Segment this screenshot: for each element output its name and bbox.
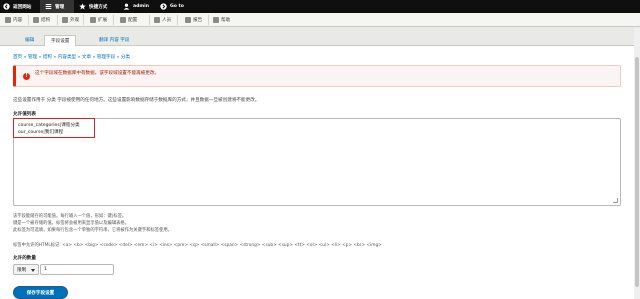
user-label: admin — [133, 4, 150, 9]
menu-item-label: 人员 — [162, 18, 172, 23]
appearance-icon — [62, 17, 68, 23]
cardinality-number-value: 1 — [44, 267, 47, 272]
people-icon — [154, 17, 160, 23]
error-message: ! 这个字段域在数据库中有数据。该字段域设置不能再被更改。 — [13, 65, 621, 87]
tab-label: 编辑 — [25, 38, 35, 43]
star-icon — [79, 3, 86, 10]
menu-item-reports[interactable]: 报告 — [183, 13, 202, 27]
chevron-down-icon — [31, 269, 35, 272]
menu-item-label: 扩展 — [98, 18, 108, 23]
cardinality-number-input[interactable]: 1 — [40, 264, 114, 275]
menu-item-label: 结构 — [41, 18, 51, 23]
menu-divider — [28, 15, 29, 25]
tab-label: 字段设置 — [51, 39, 70, 44]
save-field-settings-button[interactable]: 保存字段设置 — [13, 286, 68, 299]
menu-icon — [45, 4, 52, 10]
menu-divider — [149, 15, 150, 25]
menu-item-label: 配置 — [128, 18, 138, 23]
tab-edit[interactable]: 编辑 — [18, 34, 41, 46]
menu-divider — [177, 15, 178, 25]
tab-translate[interactable]: 翻译 内容 字段 — [92, 34, 136, 46]
menu-item-label: 帮助 — [221, 18, 231, 23]
tab-field-settings[interactable]: 字段设置 — [44, 35, 77, 47]
settings-description: 这些设置作用于 分类 字段被使用的任何地方。这些设置影响数据存储于数据库的方式，… — [13, 98, 260, 103]
help-text: 此标签为可选填，如果每行包含一个单独的字符串，它将被作为关键字和标签使用。 — [13, 228, 172, 233]
highlight-box — [13, 118, 95, 138]
content-icon — [5, 17, 11, 23]
breadcrumb[interactable]: 首页 » 管理 » 结构 » 内容类型 » 文章 » 管理字段 » 分类 — [13, 54, 130, 60]
local-tasks: 编辑 字段设置 翻译 内容 字段 — [0, 27, 640, 47]
error-icon: ! — [23, 73, 30, 80]
menu-item-help[interactable]: 帮助 — [211, 13, 230, 27]
allowed-values-textarea[interactable]: course_categories|课程分类 our_course|我们课程 — [13, 118, 621, 206]
admin-toolbar: 返回网站 管理 快捷方式 admin Go to — [0, 0, 640, 13]
config-icon — [120, 17, 126, 23]
back-to-site-label: 返回网站 — [13, 4, 32, 10]
user-icon — [123, 3, 130, 10]
help-text: 键是一个被存储的值。标签将会被用来显示值以及编辑表格。 — [13, 221, 130, 226]
allowed-html-text: 标签中允许的HTML标记: <a> <b> <big> <code> <del>… — [13, 243, 382, 248]
shortcuts-tab[interactable]: 快捷方式 — [79, 0, 107, 13]
menu-divider — [113, 15, 114, 25]
menu-divider — [208, 15, 209, 25]
menu-divider — [57, 15, 58, 25]
cardinality-select[interactable]: 限制 — [13, 264, 39, 275]
help-icon — [213, 17, 219, 23]
back-arrow-icon — [3, 3, 10, 10]
cardinality-label: 允许的数量 — [13, 256, 36, 261]
goto-arrow-icon — [160, 3, 167, 10]
menu-item-extend[interactable]: 扩展 — [88, 13, 107, 27]
structure-icon — [33, 17, 39, 23]
tab-label: 翻译 内容 字段 — [99, 38, 130, 43]
goto-tab[interactable]: Go to — [160, 0, 184, 13]
menu-item-label: 报告 — [193, 18, 203, 23]
page: 返回网站 管理 快捷方式 admin Go to 内容 结构 外观 扩展 配置 — [0, 0, 640, 299]
menu-item-structure[interactable]: 结构 — [31, 13, 50, 27]
menu-item-people[interactable]: 人员 — [152, 13, 171, 27]
menu-item-label: 内容 — [13, 18, 23, 23]
manage-tab[interactable]: 管理 — [41, 0, 74, 13]
error-text: 这个字段域在数据库中有数据。该字段域设置不能再被更改。 — [35, 71, 160, 76]
resize-grip-icon[interactable] — [613, 198, 618, 203]
menu-item-config[interactable]: 配置 — [118, 13, 137, 27]
help-text: 该字段能储存的可能值。每行输入一个值，形如：键|标签。 — [13, 214, 127, 219]
admin-menu-tray: 内容 结构 外观 扩展 配置 人员 报告 帮助 — [0, 13, 640, 27]
cardinality-select-value: 限制 — [17, 267, 27, 273]
menu-item-appearance[interactable]: 外观 — [60, 13, 79, 27]
scrollbar[interactable] — [634, 27, 640, 299]
reports-icon — [185, 17, 191, 23]
allowed-values-label: 允许值列表 — [13, 112, 36, 117]
shortcuts-label: 快捷方式 — [89, 4, 108, 10]
manage-label: 管理 — [55, 4, 65, 10]
user-tab[interactable]: admin — [123, 0, 149, 13]
back-to-site-link[interactable]: 返回网站 — [3, 0, 31, 13]
menu-divider — [83, 15, 84, 25]
extend-icon — [90, 17, 96, 23]
menu-item-label: 外观 — [70, 18, 80, 23]
menu-item-content[interactable]: 内容 — [3, 13, 22, 27]
scrollbar-thumb[interactable] — [635, 57, 639, 287]
goto-label: Go to — [170, 4, 184, 9]
